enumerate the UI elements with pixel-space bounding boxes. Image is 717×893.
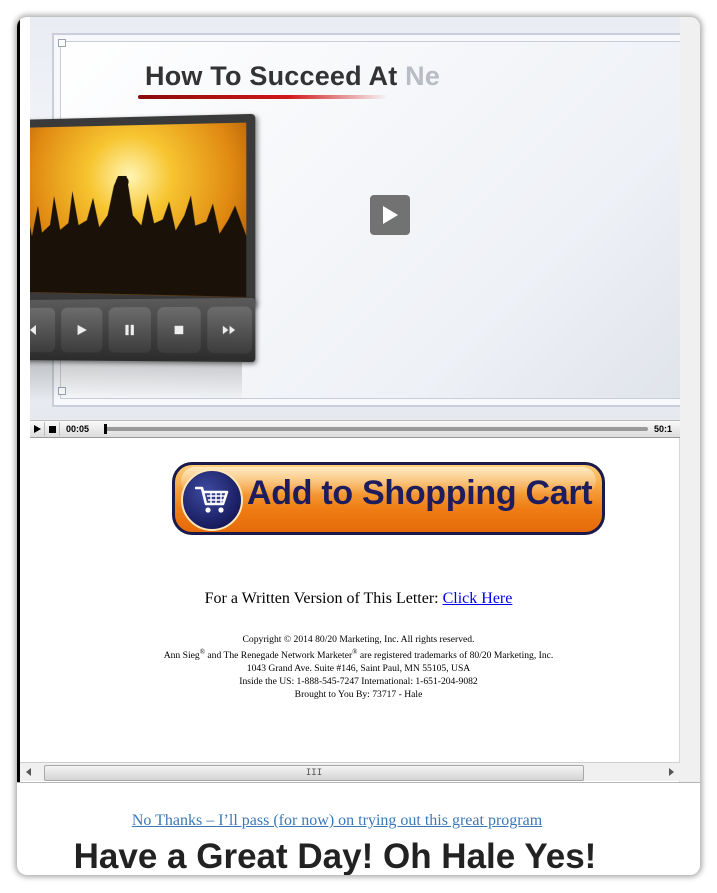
address-text: 1043 Grand Ave. Suite #146, Saint Paul, … [246, 663, 471, 675]
copyright-text: Copyright © 2014 80/20 Marketing, Inc. A… [242, 634, 475, 645]
tv-screen-illustration [30, 113, 256, 307]
tv-control-bar [30, 297, 256, 363]
trademark-text: Ann Sieg® and The Renegade Network Marke… [163, 648, 554, 662]
horizontal-scrollbar[interactable]: III [20, 762, 680, 781]
scroll-right-arrow-icon[interactable] [662, 763, 680, 781]
player-stop-button[interactable] [45, 422, 60, 436]
add-to-cart-button[interactable]: Add to Shopping Cart [172, 462, 605, 535]
player-current-time: 00:05 [66, 424, 90, 434]
stop-icon [48, 425, 56, 433]
add-to-cart-label: Add to Shopping Cart [247, 474, 593, 512]
player-seek-thumb[interactable] [104, 424, 107, 434]
frame-divider [17, 782, 700, 783]
written-version-line: For a Written Version of This Letter: Cl… [17, 590, 700, 608]
player-seek-bar[interactable] [104, 424, 648, 434]
pause-icon [108, 307, 151, 353]
play-icon [61, 307, 103, 353]
player-play-button[interactable] [30, 422, 45, 436]
stop-icon [157, 306, 201, 354]
crowd-silhouette-icon [30, 175, 247, 298]
no-thanks-link[interactable]: No Thanks – I’ll pass (for now) on tryin… [17, 812, 657, 830]
fast-forward-icon [207, 306, 252, 354]
page-headline: Have a Great Day! Oh Hale Yes! [73, 837, 597, 875]
written-version-prefix: For a Written Version of This Letter: [204, 590, 443, 607]
slide-corner [58, 39, 66, 47]
popup-frame: How To Succeed At Ne 00:05 50:1 Add to S… [17, 17, 700, 875]
phone-text: Inside the US: 1-888-545-7247 Internatio… [239, 676, 478, 688]
horizontal-scroll-thumb[interactable]: III [44, 765, 584, 781]
title-underline [138, 95, 388, 99]
brought-by-text: Brought to You By: 73717 - Hale [294, 689, 423, 701]
play-icon [34, 425, 41, 433]
written-version-link[interactable]: Click Here [443, 590, 513, 607]
video-play-button[interactable] [370, 195, 410, 235]
shopping-cart-icon [181, 469, 243, 531]
play-icon [383, 206, 398, 224]
player-duration: 50:1 [654, 424, 673, 434]
tv-reflection [30, 360, 242, 400]
rewind-icon [30, 307, 56, 353]
scroll-left-arrow-icon[interactable] [20, 763, 38, 781]
video-control-bar: 00:05 50:1 [30, 420, 680, 438]
video-player[interactable]: How To Succeed At Ne [30, 17, 680, 420]
legal-footer: Copyright © 2014 80/20 Marketing, Inc. A… [17, 633, 700, 701]
video-slide-title: How To Succeed At Ne [145, 61, 441, 91]
